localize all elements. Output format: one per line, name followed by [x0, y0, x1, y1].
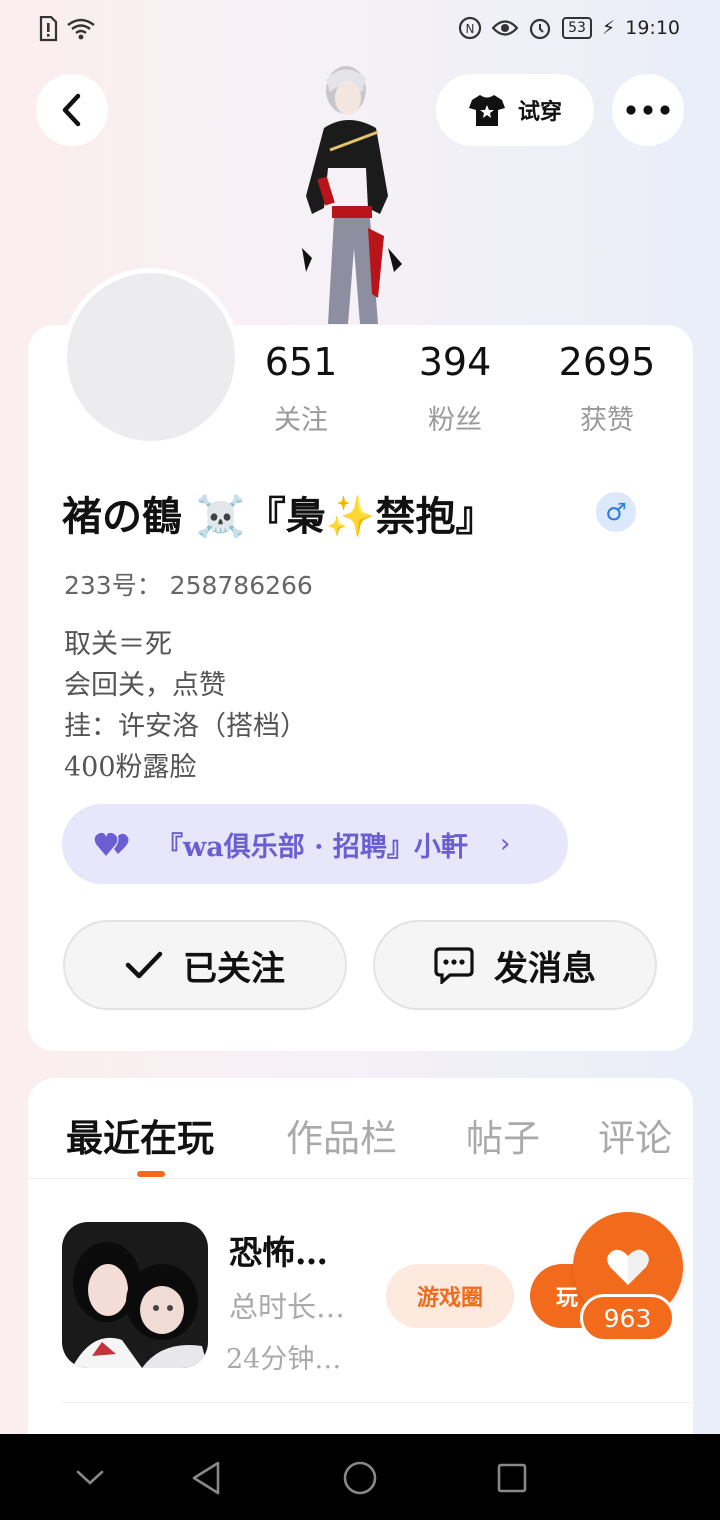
tab-works[interactable]: 作品栏: [286, 1108, 397, 1162]
sim-alert-icon: [39, 16, 58, 42]
nfc-icon: N: [458, 16, 482, 40]
heart-icon: [607, 1249, 649, 1285]
charging-icon: ⚡: [601, 17, 616, 39]
tab-comments[interactable]: 评论: [598, 1108, 672, 1162]
stat-value: 651: [264, 340, 338, 384]
more-icon: [626, 105, 670, 115]
tab-recent[interactable]: 最近在玩: [66, 1108, 214, 1162]
nav-back-icon: [192, 1461, 220, 1495]
tshirt-icon: [468, 95, 505, 126]
divider: [28, 1178, 693, 1179]
nav-home-icon: [343, 1461, 377, 1495]
back-icon: [62, 93, 81, 127]
try-on-button[interactable]: 试穿: [436, 74, 594, 146]
username: 褚の鶴 ☠️『梟✨禁抱』: [62, 493, 496, 540]
club-link[interactable]: 『wa俱乐部 · 招聘』小軒 ›: [62, 804, 568, 884]
club-name: 『wa俱乐部 · 招聘』小軒: [156, 831, 468, 863]
more-button[interactable]: [612, 74, 684, 146]
game-title[interactable]: 恐怖…: [229, 1226, 328, 1274]
user-id-value: 258786266: [169, 571, 313, 600]
stat-label: 关注: [274, 405, 328, 436]
nav-home-button[interactable]: [338, 1456, 382, 1500]
bio-line: 挂：许安洛（搭档）: [64, 711, 307, 742]
system-nav-bar: [0, 1434, 720, 1520]
stat-label: 粉丝: [428, 405, 482, 436]
chat-icon: [434, 947, 474, 984]
tab-indicator: [137, 1171, 165, 1177]
game-playtime-recent: 24分钟…: [226, 1344, 342, 1375]
message-button[interactable]: 发消息: [373, 920, 657, 1010]
nav-recent-icon: [497, 1463, 527, 1493]
nav-recent-button[interactable]: [490, 1456, 534, 1500]
follow-label: 已关注: [183, 948, 285, 989]
chevron-right-icon: ›: [499, 829, 511, 859]
stat-value: 394: [418, 340, 492, 384]
like-count: 963: [580, 1294, 675, 1342]
user-id: 233号： 258786266: [64, 566, 313, 602]
stat-value: 2695: [558, 340, 656, 384]
message-label: 发消息: [494, 948, 596, 989]
avatar[interactable]: [62, 268, 240, 446]
wifi-icon: [67, 18, 95, 40]
game-playtime-total: 总时长…: [229, 1290, 346, 1324]
user-id-label: 233号：: [64, 571, 162, 600]
eye-icon: [492, 20, 519, 36]
clock-time: 19:10: [625, 17, 680, 39]
try-on-label: 试穿: [517, 100, 562, 125]
nav-collapse-button[interactable]: [68, 1456, 112, 1500]
tab-posts[interactable]: 帖子: [466, 1108, 540, 1162]
game-circle-button[interactable]: 游戏圈: [386, 1264, 514, 1328]
alarm-icon: [529, 18, 551, 40]
battery-level: 53: [562, 17, 592, 39]
stat-likes[interactable]: 2695 获赞: [542, 340, 672, 437]
double-heart-icon: [94, 832, 129, 856]
bio-line: 会回关，点赞: [64, 670, 226, 701]
nav-back-button[interactable]: [184, 1456, 228, 1500]
status-bar: N 53 ⚡ 19:10: [0, 0, 720, 62]
follow-button[interactable]: 已关注: [63, 920, 347, 1010]
divider: [62, 1402, 693, 1403]
bio-line: 400粉露脸: [64, 752, 197, 783]
avatar-character-image: [284, 58, 414, 326]
game-thumbnail[interactable]: [62, 1222, 208, 1368]
back-button[interactable]: [36, 74, 108, 146]
stat-label: 获赞: [580, 405, 634, 436]
check-icon: [125, 951, 163, 979]
bio: 取关＝死 会回关，点赞 挂：许安洛（搭档） 400粉露脸: [64, 624, 307, 788]
bio-line: 取关＝死: [64, 629, 172, 660]
chevron-down-icon: [76, 1470, 104, 1485]
svg-text:N: N: [466, 22, 475, 36]
stat-following[interactable]: 651 关注: [236, 340, 366, 437]
gender-badge: ♂: [596, 492, 636, 532]
stat-followers[interactable]: 394 粉丝: [390, 340, 520, 437]
